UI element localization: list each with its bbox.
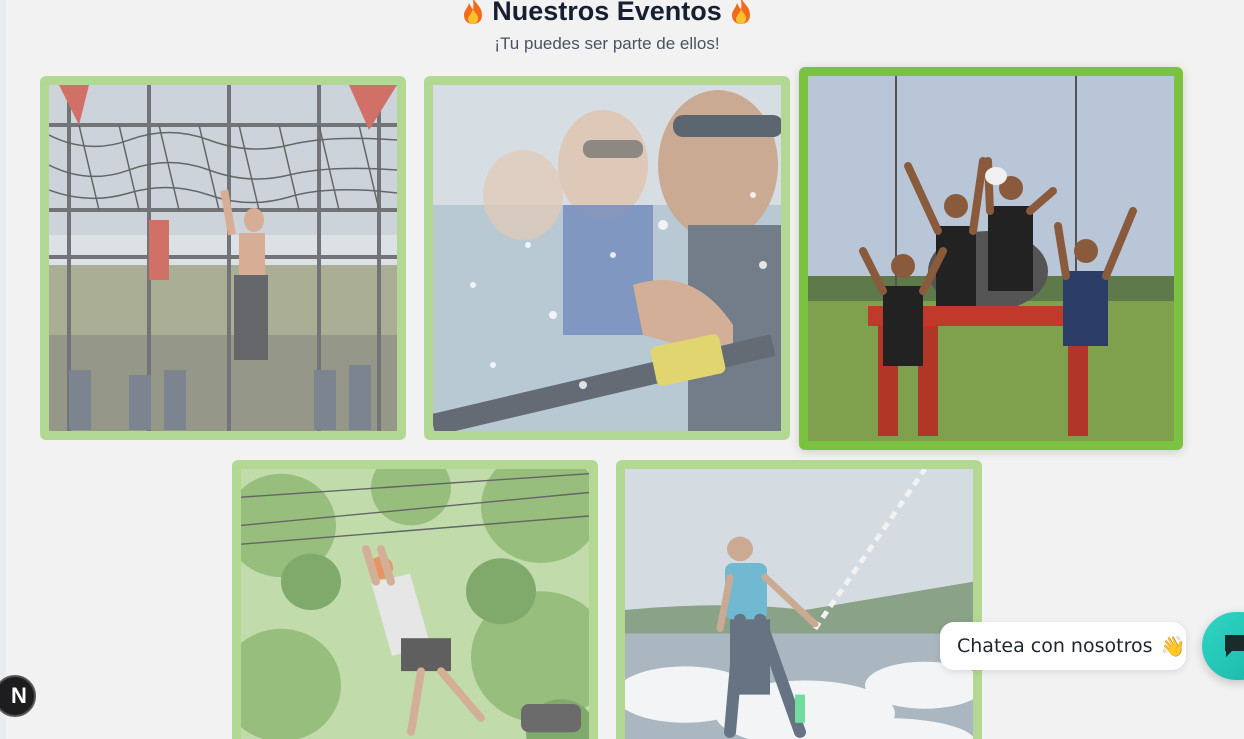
waving-hand-icon: 👋	[1160, 634, 1186, 658]
events-header: Nuestros Eventos ¡Tu puedes ser parte de…	[0, 0, 1214, 54]
event-card-obstacle-course[interactable]	[40, 76, 406, 440]
chat-bubble-icon	[1225, 635, 1244, 657]
fire-icon	[464, 0, 483, 24]
page-title-text: Nuestros Eventos	[492, 0, 722, 26]
page-title: Nuestros Eventos	[462, 0, 752, 30]
event-card-rowing[interactable]	[424, 76, 790, 440]
chat-open-button[interactable]	[1202, 612, 1244, 680]
chat-prompt-bubble[interactable]: Chatea con nosotros 👋	[940, 622, 1186, 670]
event-card-zipline[interactable]	[232, 460, 598, 739]
event-card-wakeboard[interactable]	[616, 460, 982, 739]
nextjs-badge-label: N	[11, 683, 27, 708]
chat-prompt-label: Chatea con nosotros	[957, 635, 1153, 657]
fire-icon	[731, 0, 750, 24]
page-subtitle: ¡Tu puedes ser parte de ellos!	[494, 34, 720, 53]
event-photo-team	[808, 76, 1174, 441]
left-edge-strip	[0, 0, 6, 739]
event-card-team-celebration[interactable]	[799, 67, 1183, 450]
nextjs-badge-icon[interactable]: N	[0, 675, 36, 717]
